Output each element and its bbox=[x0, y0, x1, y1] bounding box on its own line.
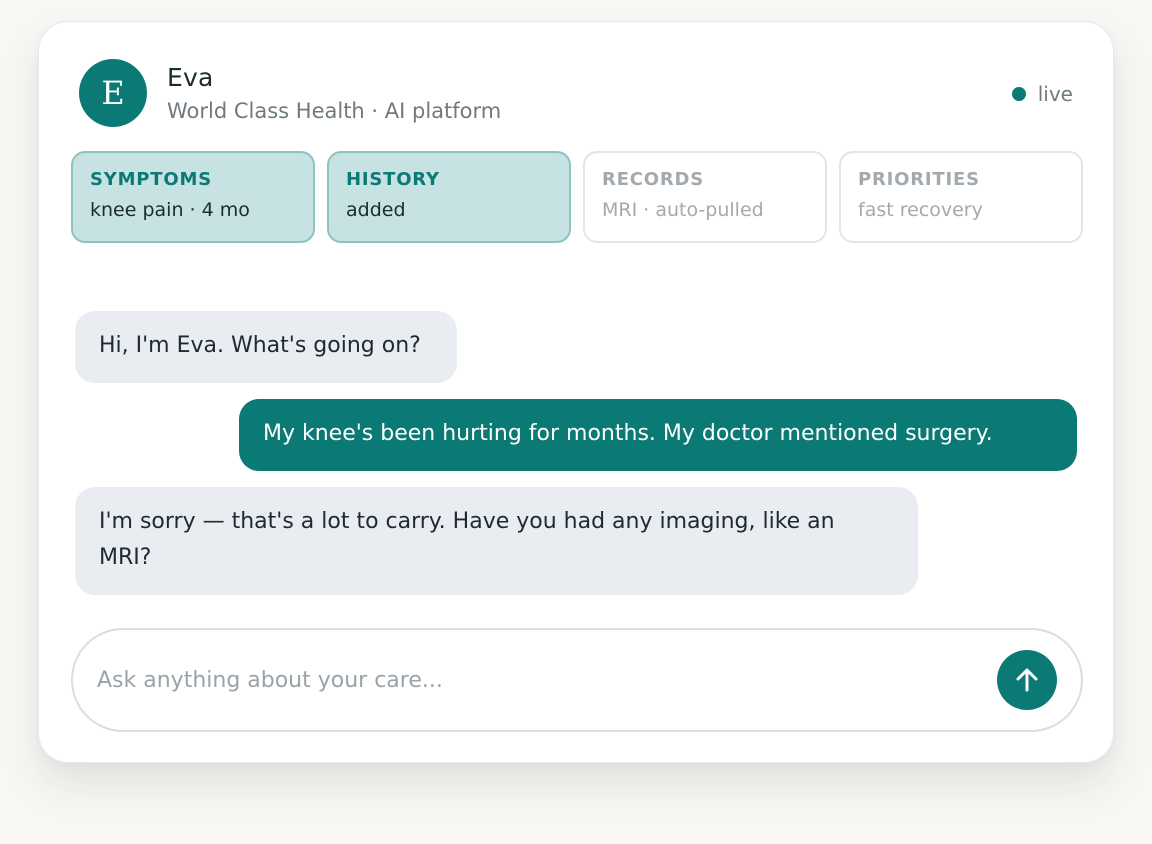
assistant-message: Hi, I'm Eva. What's going on? bbox=[75, 311, 457, 383]
user-message: My knee's been hurting for months. My do… bbox=[239, 399, 1077, 471]
chip-title: PRIORITIES bbox=[858, 169, 980, 190]
assistant-message: I'm sorry — that's a lot to carry. Have … bbox=[75, 487, 918, 595]
message-input[interactable] bbox=[97, 654, 977, 706]
chip-title: RECORDS bbox=[602, 169, 705, 190]
context-chips: SYMPTOMS knee pain · 4 mo HISTORY added … bbox=[71, 151, 1083, 243]
chip-symptoms[interactable]: SYMPTOMS knee pain · 4 mo bbox=[71, 151, 315, 243]
send-button[interactable] bbox=[997, 650, 1057, 710]
chip-title: HISTORY bbox=[346, 169, 440, 190]
chat-card: E Eva World Class Health · AI platform l… bbox=[38, 21, 1114, 763]
arrow-up-icon bbox=[1016, 668, 1038, 692]
status-text: live bbox=[1037, 82, 1073, 106]
assistant-subtitle: World Class Health · AI platform bbox=[167, 99, 502, 123]
chip-value: knee pain · 4 mo bbox=[90, 199, 250, 221]
avatar: E bbox=[79, 59, 147, 127]
chat-header: E Eva World Class Health · AI platform l… bbox=[79, 59, 1073, 129]
status-indicator: live bbox=[1011, 82, 1073, 106]
chip-value: added bbox=[346, 199, 406, 221]
chip-priorities[interactable]: PRIORITIES fast recovery bbox=[839, 151, 1083, 243]
chip-title: SYMPTOMS bbox=[90, 169, 212, 190]
status-dot-icon bbox=[1011, 87, 1026, 101]
assistant-name: Eva bbox=[167, 63, 214, 92]
chip-value: fast recovery bbox=[858, 199, 983, 221]
message-composer bbox=[71, 628, 1083, 732]
chip-value: MRI · auto-pulled bbox=[602, 199, 764, 221]
chip-history[interactable]: HISTORY added bbox=[327, 151, 571, 243]
chip-records[interactable]: RECORDS MRI · auto-pulled bbox=[583, 151, 827, 243]
